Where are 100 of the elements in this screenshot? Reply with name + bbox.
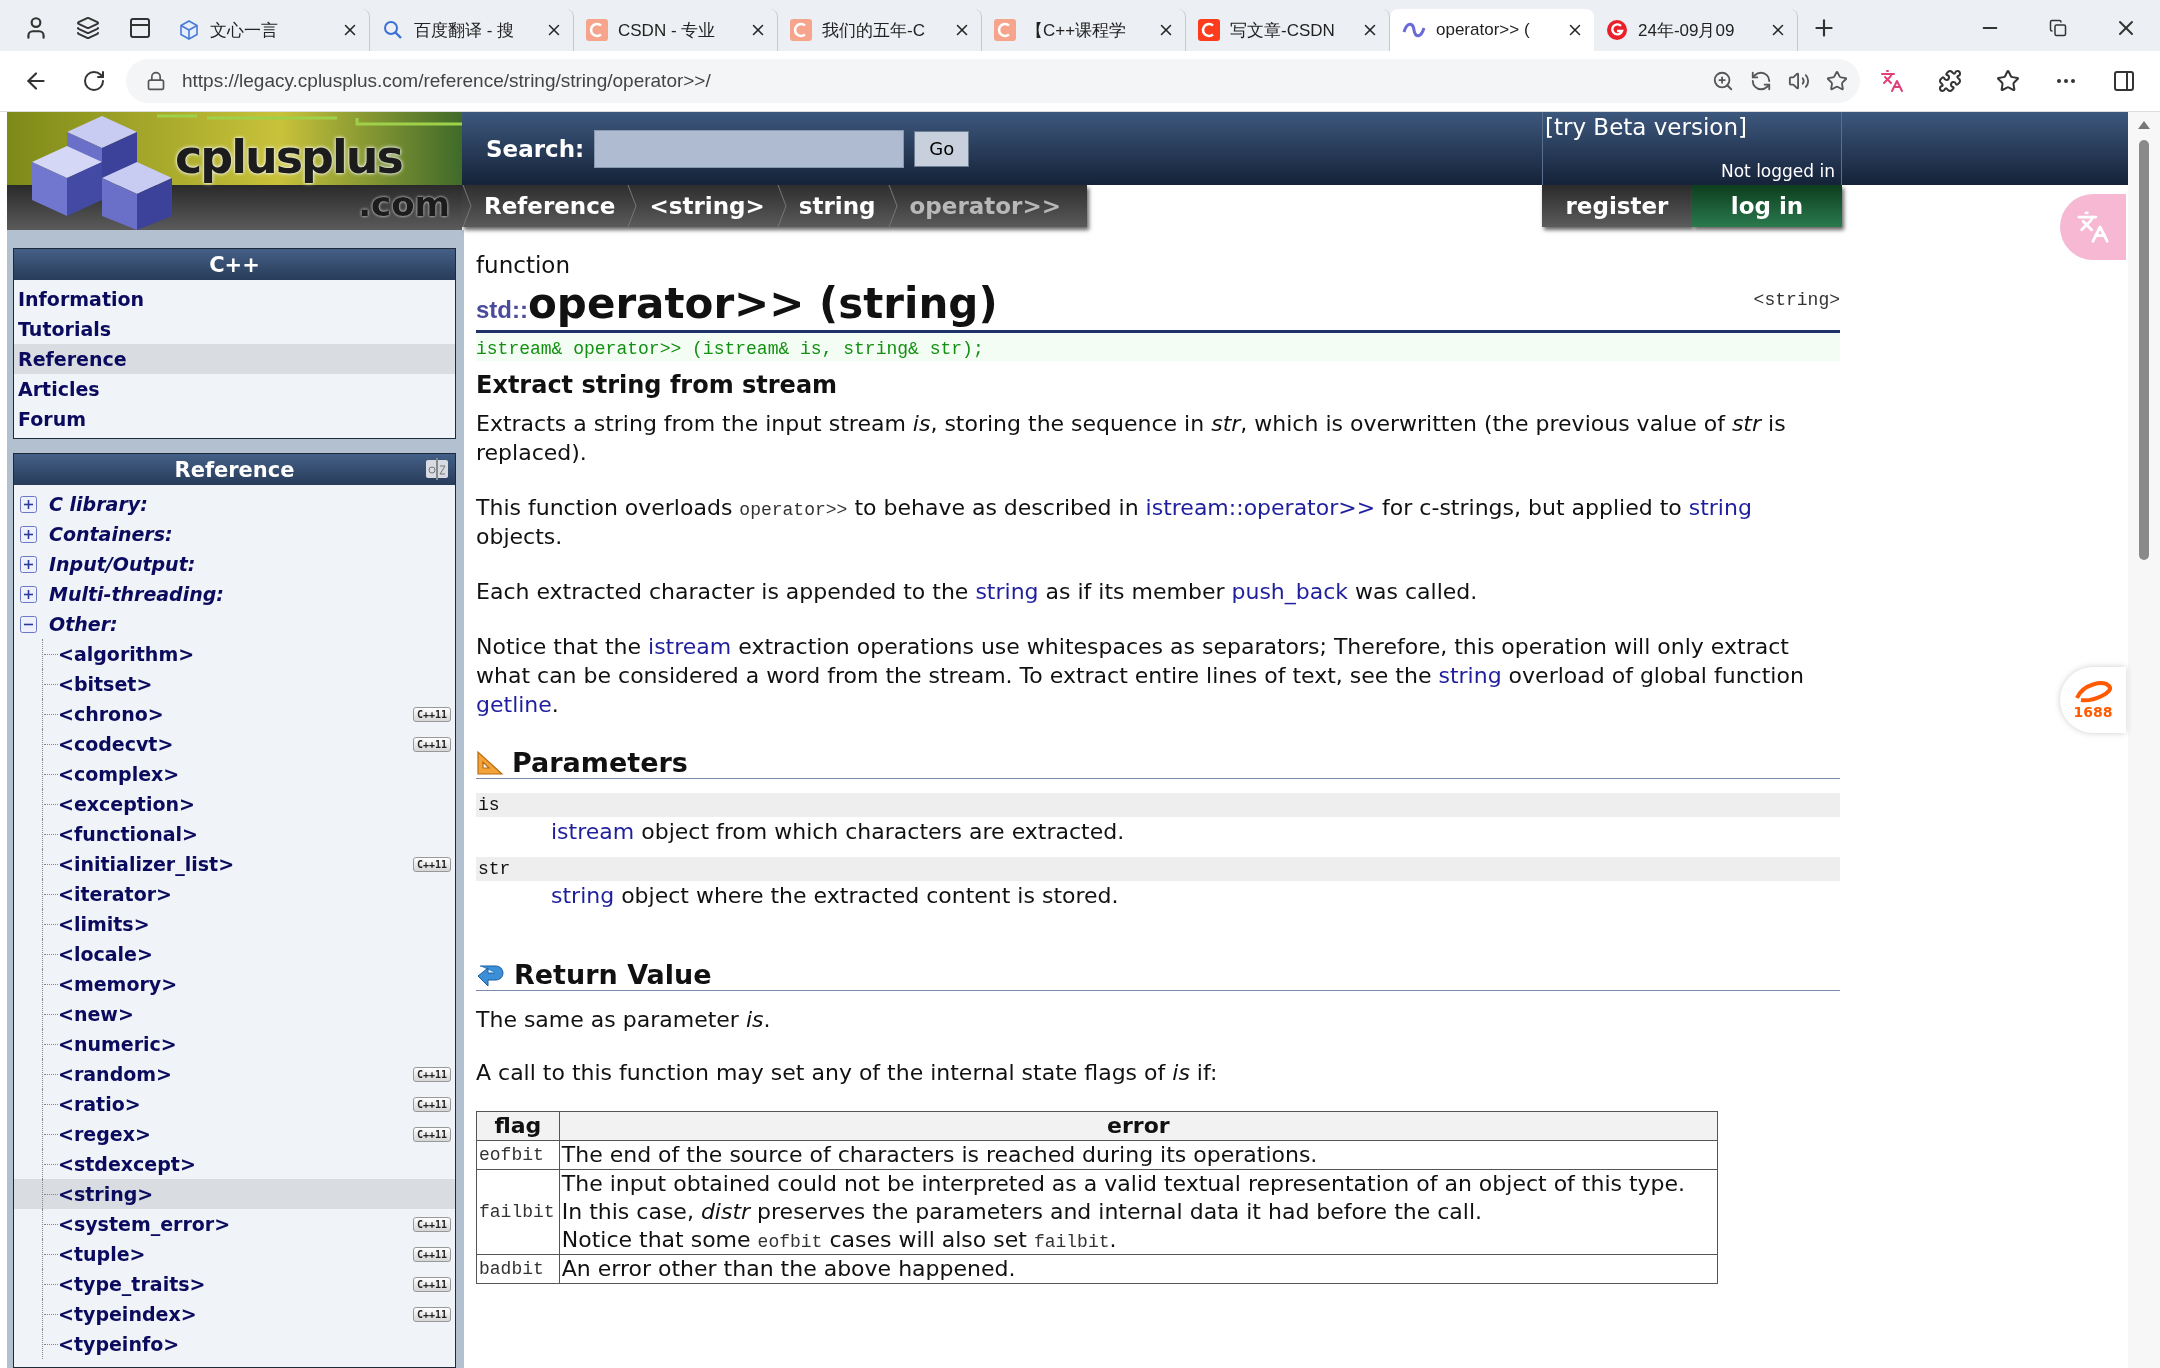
header-link[interactable]: <typeinfo>: [58, 1333, 451, 1355]
tree-item[interactable]: <tuple> C++11: [14, 1239, 455, 1269]
address-bar[interactable]: https://legacy.cplusplus.com/reference/string/string/operator>>/: [126, 59, 1860, 103]
header-link[interactable]: <numeric>: [58, 1033, 451, 1055]
header-link[interactable]: <algorithm>: [58, 643, 451, 665]
tree-item[interactable]: <numeric>: [14, 1029, 455, 1059]
extensions-icon[interactable]: [1938, 69, 1962, 93]
tree-item[interactable]: <typeindex> C++11: [14, 1299, 455, 1329]
tree-item[interactable]: <exception>: [14, 789, 455, 819]
tree-item[interactable]: <type_traits> C++11: [14, 1269, 455, 1299]
category-link[interactable]: Other:: [49, 613, 118, 635]
scroll-up-icon[interactable]: [2137, 120, 2151, 130]
sidebar-icon[interactable]: [2112, 69, 2136, 93]
header-link[interactable]: <initializer_list>: [58, 853, 413, 875]
tree-item[interactable]: <chrono> C++11: [14, 699, 455, 729]
breadcrumb-link[interactable]: string: [786, 185, 888, 227]
search-field[interactable]: [594, 129, 905, 168]
favorites-icon[interactable]: [1996, 69, 2020, 93]
tree-item[interactable]: <functional>: [14, 819, 455, 849]
breadcrumb-link[interactable]: Reference: [472, 185, 628, 227]
scrollbar-thumb[interactable]: [2139, 140, 2149, 560]
header-link[interactable]: <limits>: [58, 913, 451, 935]
menu-item[interactable]: Articles: [14, 374, 455, 404]
link[interactable]: string: [551, 883, 615, 908]
reload-icon[interactable]: [82, 69, 106, 93]
tree-item[interactable]: <stdexcept>: [14, 1149, 455, 1179]
translate-icon[interactable]: [1880, 69, 1904, 93]
tree-item[interactable]: <new>: [14, 999, 455, 1029]
header-link[interactable]: <exception>: [58, 793, 451, 815]
tree-item[interactable]: <string>: [14, 1179, 455, 1209]
register-button[interactable]: register: [1542, 185, 1692, 227]
go-button[interactable]: Go: [914, 130, 970, 167]
expand-icon[interactable]: [20, 585, 37, 603]
tree-item[interactable]: <complex>: [14, 759, 455, 789]
menu-item[interactable]: Information: [14, 284, 455, 314]
link[interactable]: push_back: [1231, 579, 1349, 604]
category-link[interactable]: Multi-threading:: [49, 583, 224, 605]
logo-drawing[interactable]: [7, 112, 462, 230]
header-link[interactable]: <iterator>: [58, 883, 451, 905]
header-link[interactable]: <stdexcept>: [58, 1153, 451, 1175]
tree-item[interactable]: <algorithm>: [14, 639, 455, 669]
workspaces-icon[interactable]: [76, 16, 100, 40]
category-link[interactable]: C library:: [49, 493, 148, 515]
menu-item[interactable]: Forum: [14, 404, 455, 434]
header-link[interactable]: <regex>: [58, 1123, 413, 1145]
category-link[interactable]: Input/Output:: [49, 553, 196, 575]
sort-icon[interactable]: [425, 458, 449, 480]
header-link[interactable]: <tuple>: [58, 1243, 413, 1265]
read-aloud-icon[interactable]: [1788, 70, 1810, 92]
restore-icon[interactable]: [2049, 19, 2067, 37]
tree-item[interactable]: <limits>: [14, 909, 455, 939]
tree-item[interactable]: <initializer_list> C++11: [14, 849, 455, 879]
breadcrumb-link[interactable]: operator>>: [897, 185, 1073, 227]
header-link[interactable]: <new>: [58, 1003, 451, 1025]
collapse-icon[interactable]: [20, 615, 37, 633]
category-link[interactable]: Containers:: [49, 523, 173, 545]
link[interactable]: string: [1688, 495, 1752, 520]
header-link[interactable]: <locale>: [58, 943, 451, 965]
header-link[interactable]: <chrono>: [58, 703, 413, 725]
header-link[interactable]: <system_error>: [58, 1213, 413, 1235]
browser-tab[interactable]: operator>> (: [1390, 9, 1594, 51]
tree-item[interactable]: <typeinfo>: [14, 1329, 455, 1359]
header-link[interactable]: <type_traits>: [58, 1273, 413, 1295]
tree-item[interactable]: <locale>: [14, 939, 455, 969]
link[interactable]: istream::operator>>: [1145, 495, 1376, 520]
tab-actions-icon[interactable]: [128, 16, 152, 40]
header-link[interactable]: <bitset>: [58, 673, 451, 695]
refresh-circle-icon[interactable]: [1750, 70, 1772, 92]
header-link[interactable]: <codecvt>: [58, 733, 413, 755]
beta-link[interactable]: [try Beta version]: [1545, 114, 1835, 140]
tree-item[interactable]: <ratio> C++11: [14, 1089, 455, 1119]
login-button[interactable]: log in: [1692, 185, 1842, 227]
zoom-icon[interactable]: [1712, 70, 1734, 92]
tree-item[interactable]: <random> C++11: [14, 1059, 455, 1089]
header-link[interactable]: <functional>: [58, 823, 451, 845]
tree-item[interactable]: <regex> C++11: [14, 1119, 455, 1149]
expand-icon[interactable]: [20, 555, 37, 573]
header-link[interactable]: <string>: [58, 1183, 451, 1205]
header-link[interactable]: <typeindex>: [58, 1303, 413, 1325]
link[interactable]: getline: [476, 692, 552, 717]
scrollbar[interactable]: [2128, 112, 2160, 1368]
header-link[interactable]: <complex>: [58, 763, 451, 785]
breadcrumb-link[interactable]: <string>: [637, 185, 777, 227]
link[interactable]: string: [1438, 663, 1502, 688]
star-icon[interactable]: [1826, 70, 1848, 92]
tree-item[interactable]: <system_error> C++11: [14, 1209, 455, 1239]
header-link[interactable]: <memory>: [58, 973, 451, 995]
header-link[interactable]: <ratio>: [58, 1093, 413, 1115]
tree-item[interactable]: <codecvt> C++11: [14, 729, 455, 759]
link[interactable]: string: [975, 579, 1039, 604]
link[interactable]: istream: [648, 634, 732, 659]
expand-icon[interactable]: [20, 495, 37, 513]
tree-item[interactable]: <bitset>: [14, 669, 455, 699]
tree-item[interactable]: <iterator>: [14, 879, 455, 909]
menu-item[interactable]: Tutorials: [14, 314, 455, 344]
tree-item[interactable]: <memory>: [14, 969, 455, 999]
menu-item[interactable]: Reference: [14, 344, 455, 374]
header-link[interactable]: <random>: [58, 1063, 413, 1085]
expand-icon[interactable]: [20, 525, 37, 543]
link[interactable]: istream: [551, 819, 635, 844]
